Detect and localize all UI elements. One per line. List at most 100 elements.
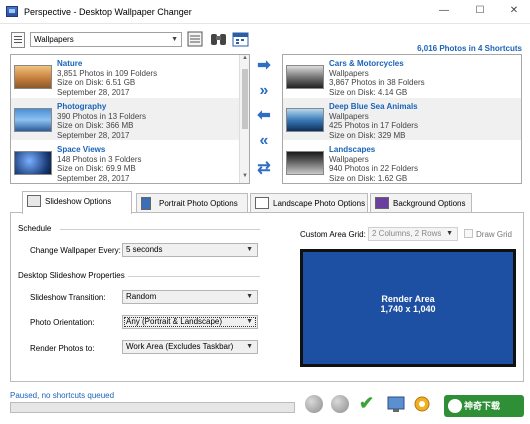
shortcut-list-left[interactable]: Nature 3,851 Photos in 109 Folders Size … [10,54,250,184]
list-item-line: Size on Disk: 6.51 GB [57,78,136,87]
list-item-line: Size on Disk: 366 MB [57,121,134,130]
slideshow-icon [27,195,41,207]
transition-label: Slideshow Transition: [30,293,106,302]
tab-slideshow-options[interactable]: Slideshow Options [22,191,132,214]
chevron-down-icon: ▼ [446,230,453,237]
render-to-value: Work Area (Excludes Taskbar) [126,342,234,351]
thumbnail-image [286,65,324,89]
scroll-down-icon[interactable]: ▼ [240,173,249,183]
arrow-right-icon[interactable]: ➡ [253,55,275,77]
shortcut-combo[interactable]: Wallpapers ▼ [30,32,182,47]
list-item-line: 148 Photos in 3 Folders [57,154,142,164]
pause-button[interactable] [331,395,349,413]
scroll-up-icon[interactable]: ▲ [240,55,249,65]
render-to-dropdown[interactable]: Work Area (Excludes Taskbar) ▼ [122,340,258,354]
vertical-scrollbar[interactable]: ▲ ▼ [239,55,249,183]
list-icon[interactable] [11,32,25,48]
list-item[interactable]: Photography 390 Photos in 13 Folders Siz… [11,98,249,140]
screen-icon[interactable] [386,394,406,414]
swap-icon[interactable]: ⇄ [253,158,275,180]
chevron-down-icon: ▼ [171,36,178,43]
list-item[interactable]: Nature 3,851 Photos in 109 Folders Size … [11,55,249,97]
chevron-down-icon: ▼ [246,318,253,325]
list-item-title: Space Views [57,145,106,154]
orientation-dropdown[interactable]: Any (Portrait & Landscape) ▼ [122,315,258,329]
tab-label: Background Options [393,199,466,208]
list-item-line: 425 Photos in 17 Folders [329,121,418,130]
transition-dropdown[interactable]: Random ▼ [122,290,258,304]
app-icon [6,6,18,17]
landscape-icon [255,197,269,209]
change-every-dropdown[interactable]: 5 seconds ▼ [122,243,258,257]
stop-button[interactable] [305,395,323,413]
double-arrow-left-icon[interactable]: « [253,130,275,152]
list-item-title: Nature [57,59,83,68]
list-item-line: Wallpapers [329,154,369,164]
list-item-line: 3,851 Photos in 109 Folders [57,68,158,78]
shortcut-list-right[interactable]: Cars & Motorcycles Wallpapers 3,867 Phot… [282,54,522,184]
list-item-line: September 28, 2017 [57,130,130,140]
list-item-line: Size on Disk: 1.62 GB [329,173,408,183]
notes-icon[interactable] [186,30,206,48]
list-item[interactable]: Cars & Motorcycles Wallpapers 3,867 Phot… [283,55,521,97]
render-area-title: Render Area [381,294,435,304]
apply-check-icon[interactable]: ✔ [359,393,374,414]
properties-heading: Desktop Slideshow Properties [18,271,125,280]
list-item-title: Cars & Motorcycles [329,59,404,68]
thumbnail-image [286,151,324,175]
list-item-line: Size on Disk: 4.14 GB [329,87,408,97]
tab-landscape-photo-options[interactable]: Landscape Photo Options [250,193,368,213]
scroll-thumb[interactable] [242,69,248,129]
shortcut-combo-value: Wallpapers [34,35,74,44]
custom-grid-value: 2 Columns, 2 Rows [372,229,442,238]
list-item-line: Wallpapers [329,68,369,78]
list-item-line: September 28, 2017 [57,87,130,97]
tab-label: Landscape Photo Options [273,199,366,208]
minimize-button[interactable]: — [436,4,452,18]
chevron-down-icon: ▼ [246,343,253,350]
background-icon [375,197,389,209]
photos-summary: 6,016 Photos in 4 Shortcuts [417,44,522,53]
divider [128,276,260,277]
thumbnail-image [14,108,52,132]
brand-logo-icon [448,399,462,413]
divider [60,229,260,230]
draw-grid-label: Draw Grid [476,230,513,239]
list-item-line: September 28, 2017 [57,173,130,183]
orientation-value: Any (Portrait & Landscape) [126,317,223,326]
list-item-title: Photography [57,102,107,111]
double-arrow-right-icon[interactable]: » [253,80,275,102]
chevron-down-icon: ▼ [246,293,253,300]
custom-grid-dropdown[interactable]: 2 Columns, 2 Rows ▼ [368,227,458,241]
portrait-icon [141,197,151,210]
tab-label: Portrait Photo Options [159,199,238,208]
list-item-title: Deep Blue Sea Animals [329,102,418,111]
list-item[interactable]: Space Views 148 Photos in 3 Folders Size… [11,141,249,183]
brand-text: 神奇下载 [464,401,501,411]
list-item-line: Size on Disk: 69.9 MB [57,164,136,173]
maximize-button[interactable]: ☐ [472,4,488,18]
list-item[interactable]: Deep Blue Sea Animals Wallpapers 425 Pho… [283,98,521,140]
thumbnail-image [14,151,52,175]
chevron-down-icon: ▼ [246,246,253,253]
arrow-left-icon[interactable]: ⬅ [253,105,275,127]
tab-label: Slideshow Options [45,197,112,206]
calendar-icon[interactable] [231,30,251,48]
change-every-label: Change Wallpaper Every: [30,246,121,255]
tab-background-options[interactable]: Background Options [370,193,472,213]
schedule-heading: Schedule [18,224,52,233]
custom-grid-label: Custom Area Grid: [300,230,366,239]
draw-grid-checkbox[interactable] [464,229,473,238]
brand-watermark: 神奇下载 [444,395,524,417]
render-area-preview: Render Area 1,740 x 1,040 [300,249,516,367]
window-title: Perspective - Desktop Wallpaper Changer [24,7,192,17]
change-every-value: 5 seconds [126,245,163,254]
list-item[interactable]: Landscapes Wallpapers 940 Photos in 22 F… [283,141,521,183]
list-item-title: Landscapes [329,145,376,154]
gear-icon[interactable] [412,394,432,414]
close-button[interactable]: ✕ [506,4,522,18]
thumbnail-image [286,108,324,132]
tab-portrait-photo-options[interactable]: Portrait Photo Options [136,193,248,213]
binoculars-icon[interactable] [209,30,229,48]
thumbnail-image [14,65,52,89]
